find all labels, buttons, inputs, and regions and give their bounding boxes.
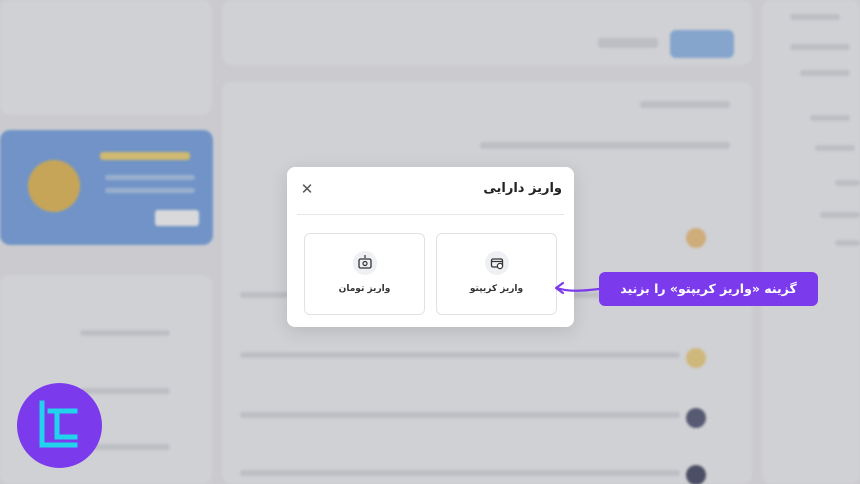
close-icon[interactable]: ✕	[299, 181, 315, 197]
crypto-deposit-label: واریز کریپتو	[469, 284, 524, 294]
modal-title: واریز دارایی	[483, 181, 562, 196]
toman-deposit-label: واریز تومان	[338, 284, 391, 294]
brand-logo	[17, 383, 102, 468]
deposit-modal: واریز دارایی ✕ واریز کریپتو واریز تومان	[287, 167, 574, 327]
instruction-callout: گزینه «واریز کریپتو» را بزنید	[599, 272, 818, 306]
arrow-icon	[554, 281, 600, 295]
crypto-deposit-option[interactable]: واریز کریپتو	[436, 233, 557, 315]
logo-mark-icon	[39, 400, 78, 448]
modal-divider	[297, 214, 564, 215]
toman-wallet-icon	[352, 251, 377, 275]
toman-deposit-option[interactable]: واریز تومان	[304, 233, 425, 315]
crypto-wallet-icon	[484, 251, 509, 275]
